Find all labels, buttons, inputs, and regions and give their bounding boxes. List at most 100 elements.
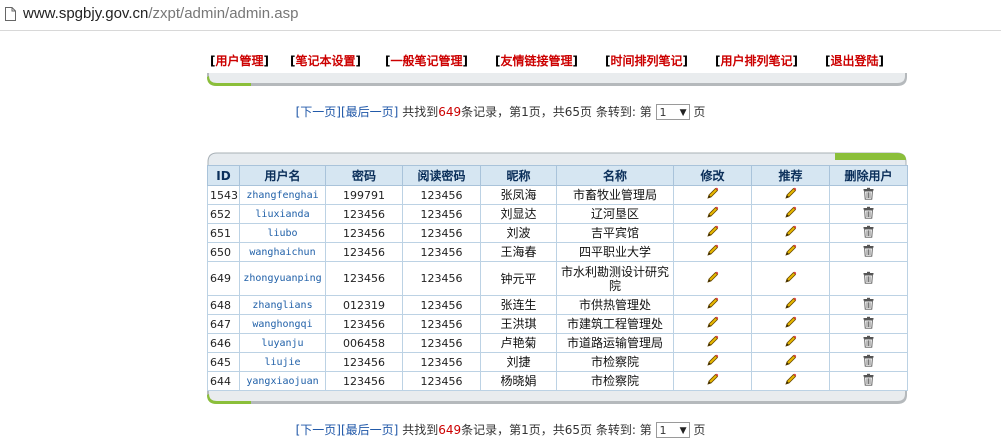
table-row: 652 liuxianda 123456 123456 刘显达 辽河垦区 [207, 204, 908, 224]
cell-edit [673, 242, 752, 262]
delete-trash-icon[interactable] [862, 354, 875, 370]
recommend-pencil-icon[interactable] [784, 244, 797, 260]
recommend-pencil-icon[interactable] [784, 316, 797, 332]
cell-edit [673, 314, 752, 334]
last-page-link[interactable]: [最后一页] [341, 423, 398, 437]
recommend-pencil-icon[interactable] [784, 354, 797, 370]
recommend-pencil-icon[interactable] [784, 271, 797, 287]
recommend-pencil-icon[interactable] [784, 373, 797, 389]
nav-friend-links[interactable]: [友情链接管理] [495, 52, 578, 69]
cell-edit [673, 333, 752, 353]
admin-nav: [用户管理] [笔记本设置] [一般笔记管理] [友情链接管理] [时间排列笔记… [207, 52, 907, 74]
col-read-password: 阅读密码 [402, 165, 481, 186]
delete-trash-icon[interactable] [862, 297, 875, 313]
recommend-pencil-icon[interactable] [784, 297, 797, 313]
edit-pencil-icon[interactable] [706, 187, 719, 203]
cell-password: 123456 [325, 204, 403, 224]
edit-pencil-icon[interactable] [706, 206, 719, 222]
delete-trash-icon[interactable] [862, 335, 875, 351]
page-info: 条记录，第1页，共65页 条转到: 第 [461, 105, 652, 119]
col-delete: 删除用户 [829, 165, 908, 186]
table-row: 646 luyanju 006458 123456 卢艳菊 市道路运输管理局 [207, 333, 908, 353]
edit-pencil-icon[interactable] [706, 354, 719, 370]
cell-username[interactable]: zhongyuanping [239, 261, 326, 296]
cell-password: 123456 [325, 314, 403, 334]
col-recommend: 推荐 [751, 165, 830, 186]
cell-id: 650 [207, 242, 240, 262]
recommend-pencil-icon[interactable] [784, 225, 797, 241]
edit-pencil-icon[interactable] [706, 297, 719, 313]
recommend-pencil-icon[interactable] [784, 206, 797, 222]
nav-general-notes[interactable]: [一般笔记管理] [385, 52, 468, 69]
cell-username[interactable]: yangxiaojuan [239, 371, 326, 391]
edit-pencil-icon[interactable] [706, 373, 719, 389]
table-row: 649 zhongyuanping 123456 123456 钟元平 市水利勘测设计研究… [207, 261, 908, 296]
found-prefix: 共找到 [402, 105, 439, 119]
last-page-link[interactable]: [最后一页] [341, 105, 398, 119]
recommend-pencil-icon[interactable] [784, 187, 797, 203]
next-page-link[interactable]: [下一页] [296, 423, 341, 437]
nav-logout[interactable]: [退出登陆] [825, 52, 884, 69]
cell-username[interactable]: wanghongqi [239, 314, 326, 334]
table-row: 645 liujie 123456 123456 刘捷 市检察院 [207, 352, 908, 372]
cell-nickname: 杨晓娟 [480, 371, 557, 391]
cell-delete [829, 314, 908, 334]
cell-edit [673, 371, 752, 391]
cell-username[interactable]: liuxianda [239, 204, 326, 224]
pager-top: [下一页][最后一页] 共找到649条记录，第1页，共65页 条转到: 第 1 ▼… [0, 103, 1001, 120]
cell-delete [829, 295, 908, 315]
dropdown-arrow-icon: ▼ [679, 107, 687, 118]
delete-trash-icon[interactable] [862, 373, 875, 389]
edit-pencil-icon[interactable] [706, 335, 719, 351]
cell-username[interactable]: zhanglians [239, 295, 326, 315]
cell-name: 市供热管理处 [556, 295, 674, 315]
next-page-link[interactable]: [下一页] [296, 105, 341, 119]
col-nickname: 昵称 [480, 165, 557, 186]
nav-time-sorted-notes[interactable]: [时间排列笔记] [605, 52, 688, 69]
cell-nickname: 张连生 [480, 295, 557, 315]
delete-trash-icon[interactable] [862, 225, 875, 241]
address-bar[interactable]: www.spgbjy.gov.cn/zxpt/admin/admin.asp [0, 0, 1001, 31]
recommend-pencil-icon[interactable] [784, 335, 797, 351]
page-select[interactable]: 1 ▼ [655, 103, 690, 120]
pager-bottom: [下一页][最后一页] 共找到649条记录，第1页，共65页 条转到: 第 1 ▼… [0, 421, 1001, 438]
cell-recommend [751, 261, 830, 296]
cell-name: 市建筑工程管理处 [556, 314, 674, 334]
table-row: 650 wanghaichun 123456 123456 王海春 四平职业大学 [207, 242, 908, 262]
cell-password: 199791 [325, 185, 403, 205]
page-select[interactable]: 1 ▼ [655, 421, 690, 438]
cell-username[interactable]: liujie [239, 352, 326, 372]
delete-trash-icon[interactable] [862, 206, 875, 222]
cell-username[interactable]: luyanju [239, 333, 326, 353]
cell-username[interactable]: liubo [239, 223, 326, 243]
cell-name: 辽河垦区 [556, 204, 674, 224]
nav-user-management[interactable]: [用户管理] [210, 52, 269, 69]
cell-name: 市水利勘测设计研究院 [556, 261, 674, 296]
edit-pencil-icon[interactable] [706, 316, 719, 332]
nav-notebook-settings[interactable]: [笔记本设置] [290, 52, 361, 69]
cell-username[interactable]: wanghaichun [239, 242, 326, 262]
cell-recommend [751, 333, 830, 353]
cell-recommend [751, 242, 830, 262]
cell-id: 648 [207, 295, 240, 315]
edit-pencil-icon[interactable] [706, 225, 719, 241]
delete-trash-icon[interactable] [862, 244, 875, 260]
found-prefix: 共找到 [402, 423, 439, 437]
cell-recommend [751, 185, 830, 205]
cell-password: 123456 [325, 223, 403, 243]
url-text[interactable]: www.spgbjy.gov.cn/zxpt/admin/admin.asp [23, 5, 298, 22]
edit-pencil-icon[interactable] [706, 244, 719, 260]
edit-pencil-icon[interactable] [706, 271, 719, 287]
cell-delete [829, 223, 908, 243]
delete-trash-icon[interactable] [862, 316, 875, 332]
delete-trash-icon[interactable] [862, 271, 875, 287]
delete-trash-icon[interactable] [862, 187, 875, 203]
cell-edit [673, 352, 752, 372]
cell-delete [829, 261, 908, 296]
cell-username[interactable]: zhangfenghai [239, 185, 326, 205]
table-row: 1543 zhangfenghai 199791 123456 张凤海 市畜牧业管理局 [207, 185, 908, 205]
cell-read-password: 123456 [402, 352, 481, 372]
cell-id: 651 [207, 223, 240, 243]
cell-read-password: 123456 [402, 242, 481, 262]
nav-user-sorted-notes[interactable]: [用户排列笔记] [715, 52, 798, 69]
